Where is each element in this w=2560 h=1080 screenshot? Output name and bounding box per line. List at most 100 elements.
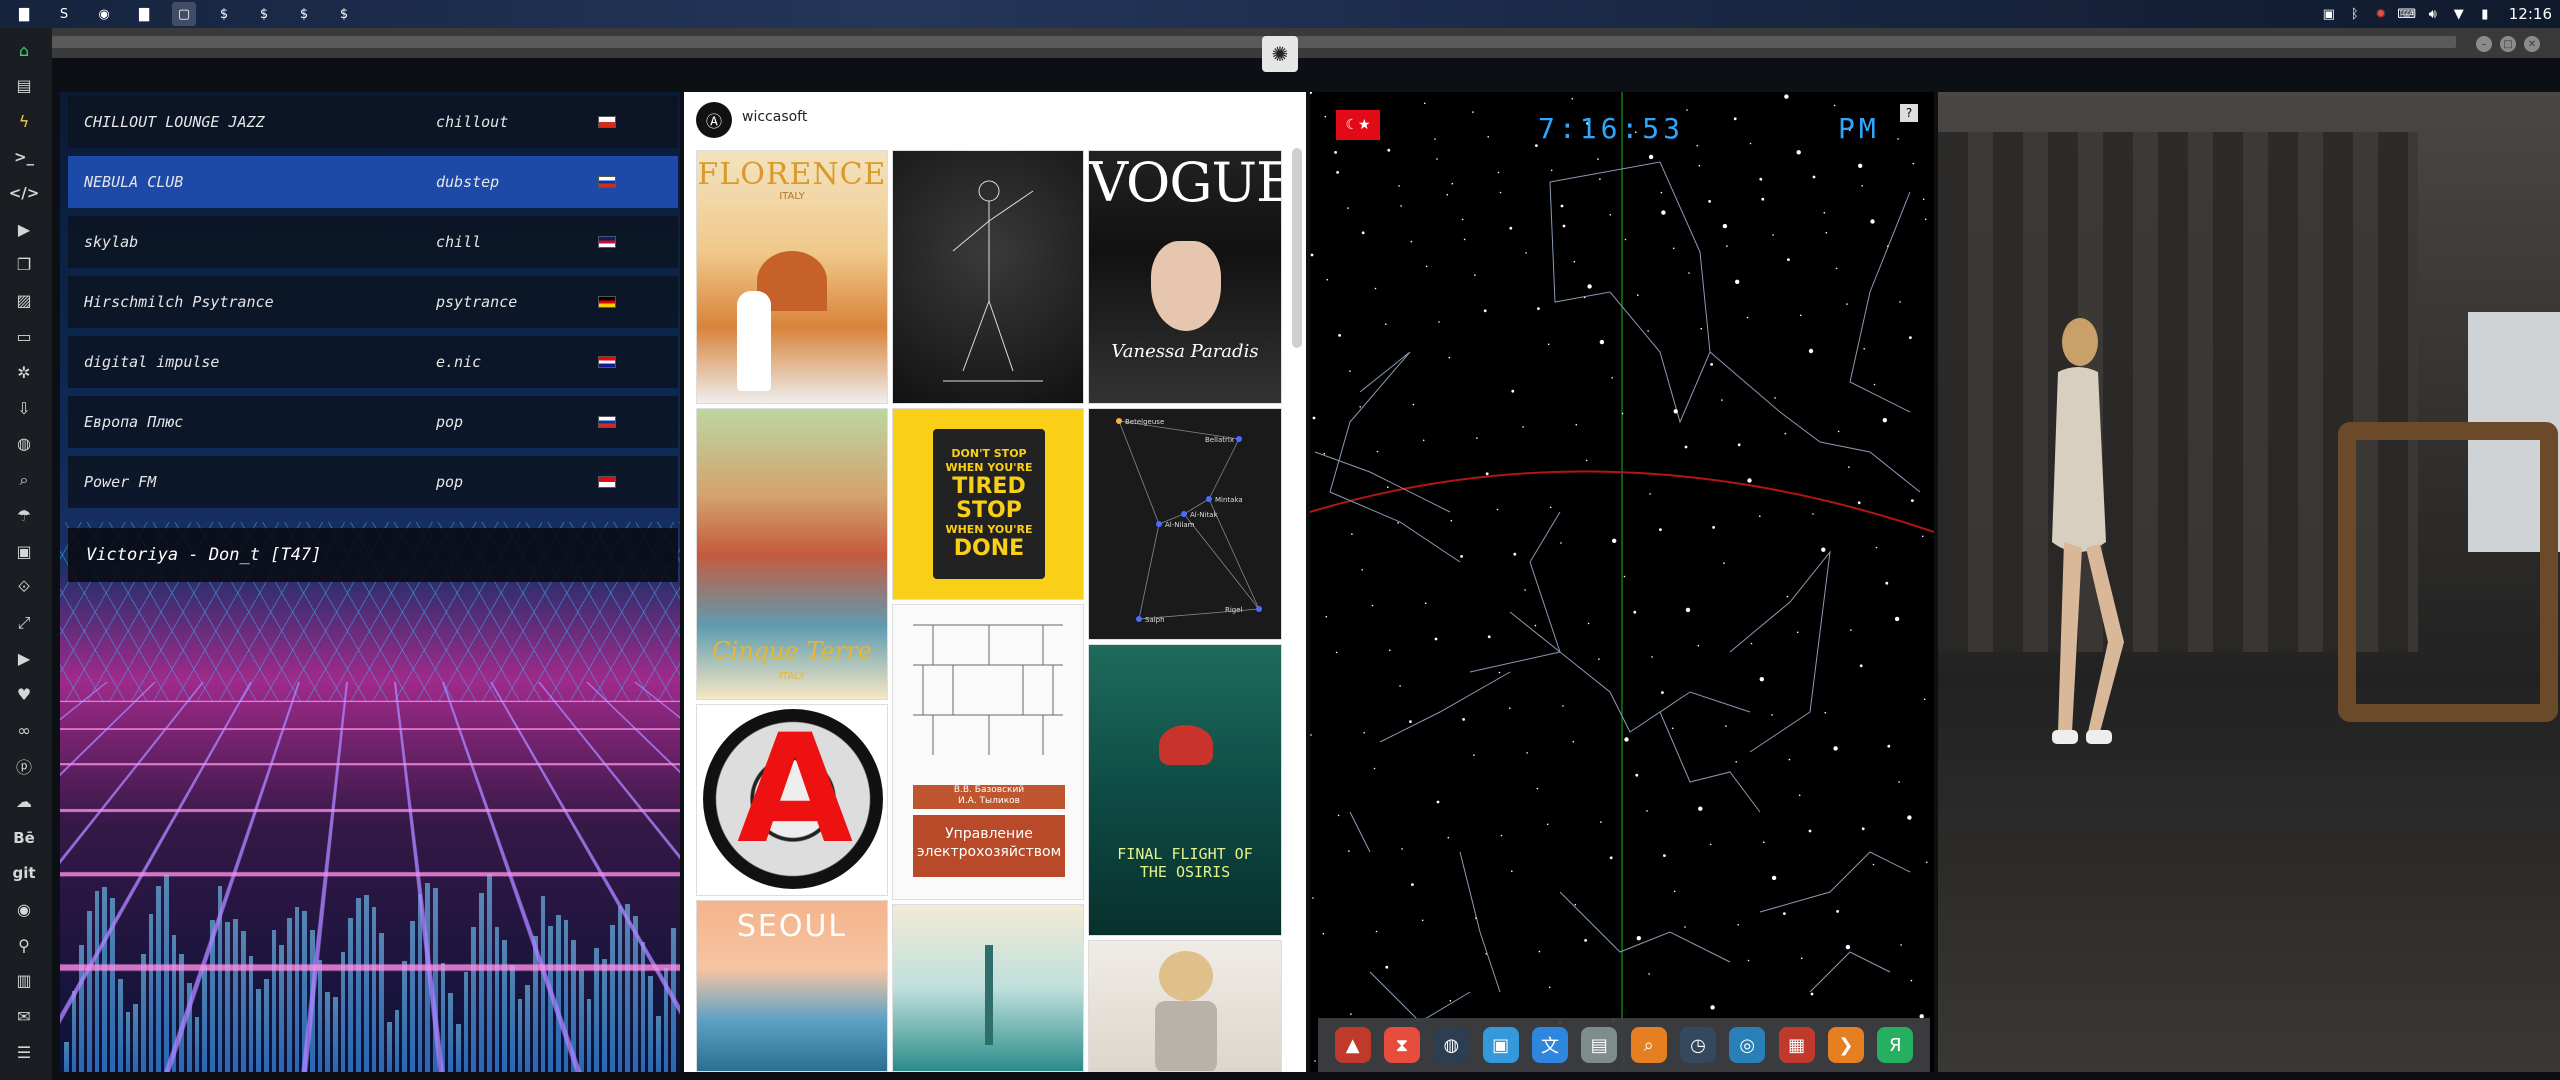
star-point [1338,334,1341,337]
station-row[interactable]: CHILLOUT LOUNGE JAZZ chillout [68,96,678,148]
pin-anarchy-globe[interactable]: A [696,704,888,896]
list-icon[interactable]: ☰ [12,1040,36,1064]
folder-icon[interactable]: ▇ [132,2,156,26]
chrome-icon[interactable]: ◉ [92,2,116,26]
pin-auckland-poster[interactable] [892,904,1084,1072]
files-icon[interactable]: ▇ [12,2,36,26]
star-constellation-map[interactable] [1310,92,1934,1072]
image-icon[interactable]: ▨ [12,289,36,313]
help-button[interactable]: ? [1900,104,1918,122]
settings-icon[interactable]: ✲ [12,360,36,384]
pin-orion-chart[interactable]: Betelgeuse Bellatrix Mintaka Al-Nitak Al-Nil… [1088,408,1282,640]
username[interactable]: wiccasoft [742,109,807,125]
app-icon[interactable]: $ [212,2,236,26]
yandex-icon[interactable]: Я [1877,1027,1914,1063]
scrollbar[interactable] [1292,148,1302,348]
keyboard-icon[interactable]: ⌨ [2397,6,2416,22]
rebel-alliance-logo[interactable]: ✺ [1262,36,1298,72]
copy-icon[interactable]: ❐ [12,253,36,277]
app-red-triangle-icon[interactable]: ▲ [1334,1027,1371,1063]
wifi-icon[interactable]: ▼ [2451,6,2467,22]
terminal-icon[interactable]: >_ [12,145,36,169]
pinterest-icon[interactable]: ⓟ [12,754,36,778]
app-icon[interactable]: $ [292,2,316,26]
turkey-flag-icon[interactable]: ☾★ [1336,110,1380,140]
arrow-icon[interactable]: ❯ [1827,1027,1864,1063]
globe-dark-icon[interactable]: ◍ [1433,1027,1470,1063]
pin-seoul-poster[interactable]: SEOUL [696,900,888,1072]
tag-icon[interactable]: ⟐ [12,575,36,599]
map-icon[interactable]: ▥ [12,969,36,993]
star-point [1476,437,1478,439]
constellation-line [1329,491,1461,563]
contact-icon[interactable]: ▣ [12,539,36,563]
pin-vogue-cover[interactable]: VOGUE Vanessa Paradis [1088,150,1282,404]
news-icon[interactable]: ▤ [1581,1027,1618,1063]
card-icon[interactable]: ▭ [12,324,36,348]
bluetooth-icon[interactable]: ᛒ [2347,6,2363,22]
equalizer-bar [602,958,607,1072]
globe-icon[interactable]: ◍ [12,432,36,456]
app-icon[interactable]: $ [252,2,276,26]
calendar-icon[interactable]: ▦ [1778,1027,1815,1063]
bike-icon[interactable]: ⚲ [12,933,36,957]
expand-icon[interactable]: ⤢ [12,611,36,635]
github-icon[interactable]: ◉ [12,897,36,921]
window-icon[interactable]: ▢ [172,2,196,26]
screenshot-icon[interactable]: ▣ [2321,6,2337,22]
station-row[interactable]: digital impulse e.nic [68,336,678,388]
star-point [1912,162,1915,165]
battery-icon[interactable]: ▮ [2477,6,2493,22]
play-icon[interactable]: ▶ [12,217,36,241]
station-row[interactable]: Европа Плюс pop [68,396,678,448]
link-icon[interactable]: ∞ [12,718,36,742]
equalizer-bar [471,927,477,1072]
pinterest-panel: Ⓐ wiccasoft FLORENCE ITALY Cinque Terre … [684,92,1306,1072]
system-clock[interactable]: 12:16 [2509,5,2552,23]
station-row[interactable]: skylab chill [68,216,678,268]
pin-florence-poster[interactable]: FLORENCE ITALY [696,150,888,404]
app-icon[interactable]: $ [332,2,356,26]
star-point [1887,245,1889,247]
browser-icon[interactable]: ◎ [1729,1027,1766,1063]
maximize-button[interactable]: □ [2500,36,2516,52]
equalizer-bar [187,983,192,1072]
close-button[interactable]: ✕ [2524,36,2540,52]
volume-icon[interactable]: 🔊︎ [2425,6,2441,22]
image-viewer-icon[interactable]: ▣ [1482,1027,1519,1063]
umbrella-icon[interactable]: ☂ [12,503,36,527]
star-point [1909,336,1912,339]
star-point [1635,773,1639,777]
star-point [1511,389,1515,393]
search-icon[interactable]: ⌕ [12,468,36,492]
translate-icon[interactable]: 文 [1531,1027,1568,1063]
station-row[interactable]: NEBULA CLUB dubstep [68,156,678,208]
code-icon[interactable]: </> [9,181,40,205]
behance-icon[interactable]: Bē [12,826,36,850]
pin-book-cover[interactable]: В.В. Базовский И.А. Тыликов Управление э… [892,604,1084,900]
heart-icon[interactable]: ♥ [12,682,36,706]
download-icon[interactable]: ⇩ [12,396,36,420]
document-icon[interactable]: ▤ [12,74,36,98]
star-point [1812,513,1814,515]
pin-fashion-photo[interactable] [1088,940,1282,1072]
sublime-icon[interactable]: S [52,2,76,26]
station-row[interactable]: Hirschmilch Psytrance psytrance [68,276,678,328]
hourglass-icon[interactable]: ⧗ [1383,1027,1420,1063]
search-icon[interactable]: ⌕ [1630,1027,1667,1063]
bolt-icon[interactable]: ϟ [12,110,36,134]
pin-constellation-drawing[interactable] [892,150,1084,404]
home-icon[interactable]: ⌂ [12,38,36,62]
youtube-icon[interactable]: ▶ [12,647,36,671]
mail-icon[interactable]: ✉ [12,1005,36,1029]
clock-icon[interactable]: ◷ [1679,1027,1716,1063]
pin-dont-stop-poster[interactable]: DON'T STOP WHEN YOU'RE TIRED STOP WHEN YOU'R… [892,408,1084,600]
minimize-button[interactable]: – [2476,36,2492,52]
pin-cinque-terre[interactable]: Cinque Terre ITALY [696,408,888,700]
cloud-icon[interactable]: ☁ [12,790,36,814]
station-row[interactable]: Power FM pop [68,456,678,508]
git-icon[interactable]: git [12,861,36,885]
pin-osiris-poster[interactable]: FINAL FLIGHT OF THE OSIRIS [1088,644,1282,936]
settings-red-icon[interactable]: ✹ [2373,6,2389,22]
user-avatar[interactable]: Ⓐ [696,102,732,138]
